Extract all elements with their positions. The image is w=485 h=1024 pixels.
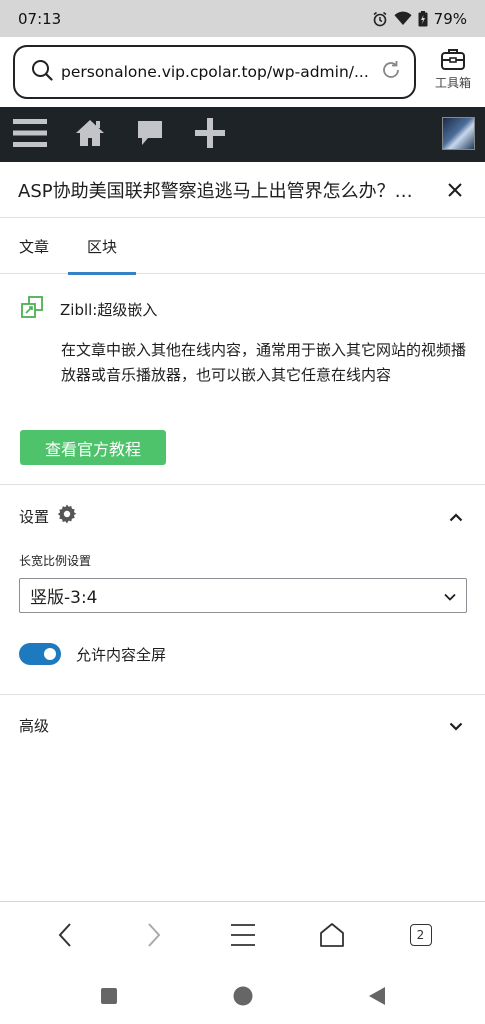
sidebar-tabs: 文章 区块 <box>0 218 485 275</box>
back-button[interactable] <box>41 911 89 959</box>
site-home-link[interactable] <box>60 107 120 162</box>
back-arrow-icon <box>58 922 71 947</box>
forward-button[interactable] <box>130 911 178 959</box>
status-icons: 79% <box>372 10 467 28</box>
url-text: personalone.vip.cpolar.top/wp-admin/... <box>61 63 369 81</box>
gear-icon <box>57 504 77 528</box>
aspect-ratio-label: 长宽比例设置 <box>19 554 92 568</box>
wifi-icon <box>394 11 412 26</box>
comment-icon <box>135 118 165 152</box>
settings-panel: 设置 长宽比例设置 竖版-3:4 允许内容全屏 <box>0 485 485 695</box>
search-icon <box>31 59 53 85</box>
new-content-link[interactable] <box>180 107 240 162</box>
menu-toggle[interactable] <box>0 107 60 162</box>
plus-icon <box>194 117 226 153</box>
tabs-button[interactable]: 2 <box>397 911 445 959</box>
toolbox-icon <box>428 47 478 71</box>
system-nav-bar <box>0 967 485 1024</box>
fullscreen-toggle[interactable] <box>19 643 61 665</box>
tab-block[interactable]: 区块 <box>68 218 137 275</box>
advanced-panel-toggle[interactable]: 高级 <box>0 695 485 755</box>
address-bar[interactable]: personalone.vip.cpolar.top/wp-admin/... <box>13 45 416 99</box>
chevron-down-icon <box>444 586 456 606</box>
square-icon <box>100 987 117 1004</box>
block-name: Zibll:超级嵌入 <box>60 300 158 319</box>
toolbox-button[interactable]: 工具箱 <box>428 47 478 91</box>
battery-level: 79% <box>433 9 467 28</box>
post-title: ASP协助美国联邦警察追逃马上出管界怎么办？又… <box>18 180 427 202</box>
home-button[interactable] <box>308 911 356 959</box>
fullscreen-setting: 允许内容全屏 <box>19 643 166 665</box>
user-avatar[interactable] <box>442 117 475 150</box>
reload-icon[interactable] <box>380 59 402 85</box>
settings-panel-toggle[interactable]: 设置 <box>19 504 463 528</box>
triangle-back-icon <box>368 986 385 1005</box>
close-sidebar-button[interactable] <box>443 178 467 202</box>
block-editor-header: ASP协助美国联邦警察追逃马上出管界怎么办？又… <box>0 162 485 218</box>
view-tutorial-button[interactable]: 查看官方教程 <box>20 430 166 465</box>
aspect-ratio-value: 竖版-3:4 <box>30 588 98 608</box>
tab-post[interactable]: 文章 <box>0 218 68 274</box>
block-header: Zibll:超级嵌入 <box>21 296 157 322</box>
advanced-title: 高级 <box>19 716 50 735</box>
status-bar: 07:13 79% <box>0 0 485 37</box>
battery-icon <box>418 10 428 27</box>
chevron-down-icon <box>449 716 463 735</box>
recents-button[interactable] <box>42 987 176 1005</box>
fullscreen-label: 允许内容全屏 <box>76 645 167 664</box>
embed-block-icon <box>21 296 43 322</box>
wp-admin-bar <box>0 107 485 162</box>
block-card: Zibll:超级嵌入 在文章中嵌入其他在线内容，通常用于嵌入其它网站的视频播放器… <box>0 274 485 485</box>
home-outline-icon <box>319 922 344 947</box>
menu-icon <box>230 923 255 946</box>
settings-title: 设置 <box>19 507 50 526</box>
aspect-ratio-select[interactable]: 竖版-3:4 <box>19 578 467 613</box>
chevron-up-icon <box>449 507 463 526</box>
tab-count: 2 <box>409 923 432 946</box>
circle-icon <box>233 986 252 1005</box>
toolbox-label: 工具箱 <box>434 76 471 90</box>
forward-arrow-icon <box>147 922 160 947</box>
menu-button[interactable] <box>219 911 267 959</box>
close-icon <box>448 182 462 197</box>
browser-bottom-nav: 2 <box>0 901 485 967</box>
system-back-button[interactable] <box>310 986 444 1006</box>
alarm-icon <box>372 11 388 27</box>
system-home-button[interactable] <box>176 986 310 1006</box>
browser-toolbar: personalone.vip.cpolar.top/wp-admin/... … <box>0 37 485 107</box>
status-time: 07:13 <box>18 9 62 28</box>
comments-link[interactable] <box>120 107 180 162</box>
hamburger-icon <box>13 118 47 152</box>
block-description: 在文章中嵌入其他在线内容，通常用于嵌入其它网站的视频播放器或音乐播放器，也可以嵌… <box>61 341 467 384</box>
home-icon <box>75 118 105 152</box>
